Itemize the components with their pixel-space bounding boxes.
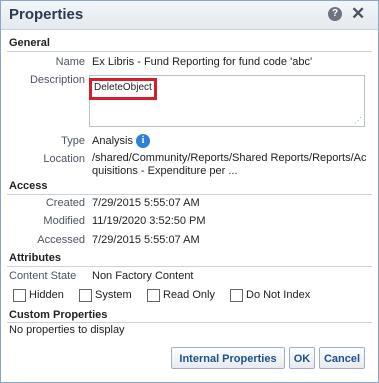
type-value: Analysis: [92, 135, 133, 147]
accessed-value: 7/29/2015 5:55:07 AM: [92, 234, 200, 246]
close-icon[interactable]: ✕: [351, 4, 365, 24]
location-value-line1: /shared/Community/Reports/Shared Reports…: [92, 152, 367, 164]
ok-button[interactable]: OK: [289, 347, 315, 369]
system-checkbox[interactable]: [79, 289, 92, 302]
do-not-index-checkbox-label: Do Not Index: [246, 289, 311, 301]
section-attributes-heading: Attributes: [9, 252, 61, 264]
dialog-titlebar: Properties ? ✕: [1, 1, 378, 30]
modified-label: Modified: [43, 215, 85, 227]
created-label: Created: [45, 197, 85, 209]
resize-grip-icon[interactable]: ⋰: [354, 116, 362, 125]
system-checkbox-label: System: [95, 289, 132, 301]
divider: [7, 266, 372, 267]
internal-properties-button[interactable]: Internal Properties: [171, 347, 285, 369]
highlight-box: [89, 78, 157, 100]
type-label: Type: [61, 135, 85, 147]
created-value: 7/29/2015 5:55:07 AM: [92, 197, 200, 209]
hidden-checkbox[interactable]: [13, 289, 26, 302]
divider: [7, 322, 372, 323]
content-state-label: Content State: [9, 270, 77, 282]
divider: [7, 51, 372, 52]
properties-dialog: Properties ? ✕ General Name Ex Libris - …: [0, 0, 379, 383]
name-value: Ex Libris - Fund Reporting for fund code…: [92, 56, 313, 68]
description-label: Description: [29, 74, 85, 86]
name-label: Name: [55, 56, 85, 68]
hidden-checkbox-label: Hidden: [29, 289, 64, 301]
read-only-checkbox[interactable]: [147, 289, 160, 302]
info-icon[interactable]: i: [136, 134, 150, 148]
location-value-line2: quisitions - Expenditure per ...: [92, 165, 238, 177]
divider: [7, 194, 372, 195]
modified-value: 11/19/2020 3:52:50 PM: [92, 215, 206, 227]
location-label: Location: [43, 153, 85, 165]
accessed-label: Accessed: [37, 234, 85, 246]
section-general-heading: General: [9, 37, 50, 49]
read-only-checkbox-label: Read Only: [163, 289, 215, 301]
cancel-button[interactable]: Cancel: [319, 347, 365, 369]
content-state-value: Non Factory Content: [92, 270, 194, 282]
section-custom-heading: Custom Properties: [9, 309, 108, 321]
custom-empty-text: No properties to display: [9, 324, 125, 336]
do-not-index-checkbox[interactable]: [230, 289, 243, 302]
help-icon[interactable]: ?: [328, 7, 342, 21]
dialog-title: Properties: [9, 6, 84, 23]
section-access-heading: Access: [9, 180, 48, 192]
